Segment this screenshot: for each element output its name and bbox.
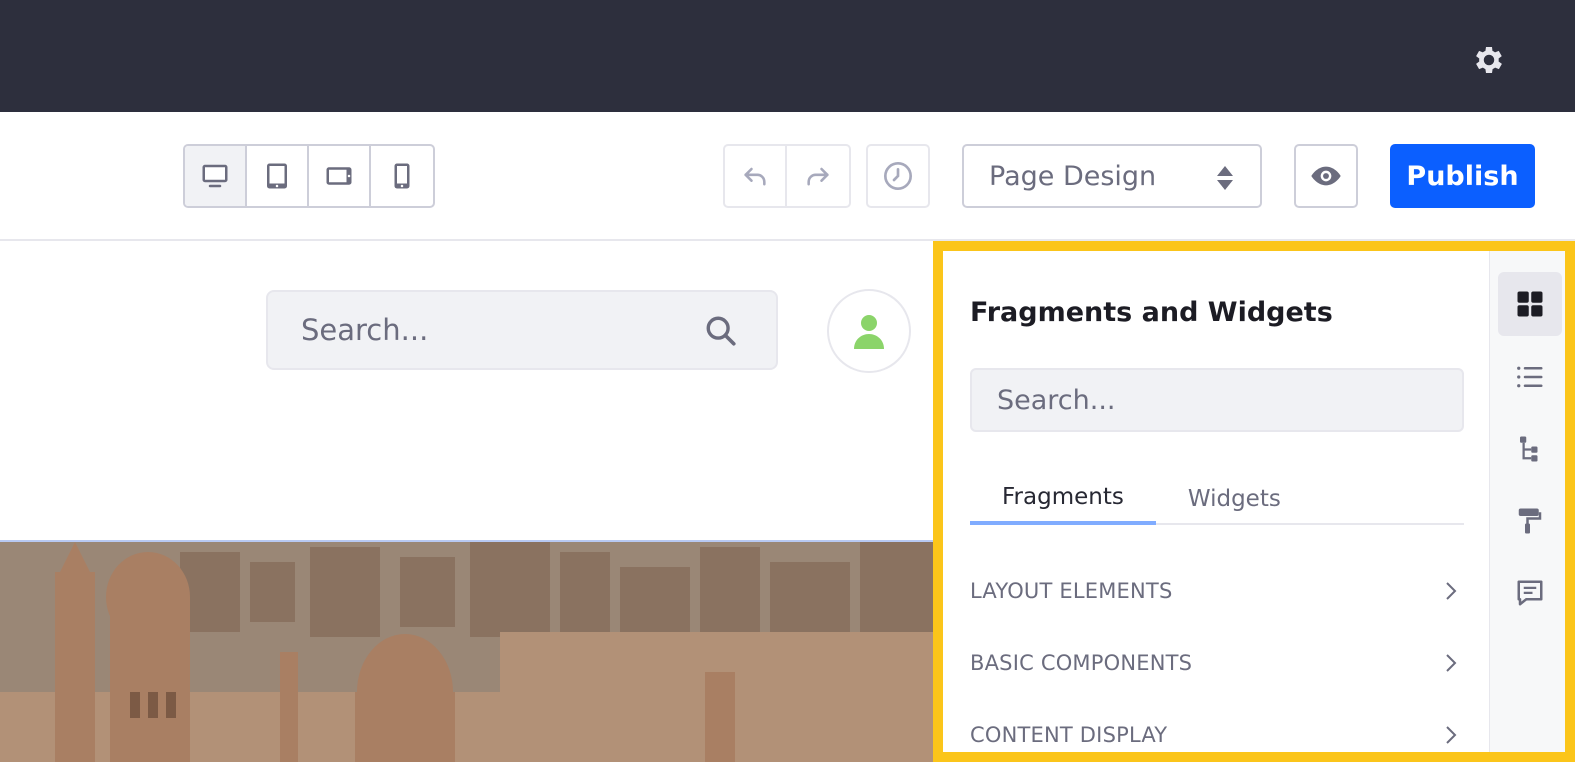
mobile-viewport-button[interactable] [371,146,433,206]
page-search-placeholder: Search... [301,313,429,347]
section-label: CONTENT DISPLAY [970,723,1168,747]
tablet-portrait-viewport-button[interactable] [247,146,309,206]
page-structure-rail-button[interactable] [1498,417,1562,481]
page-design-select[interactable]: Page Design [962,144,1262,208]
fragments-widgets-rail-button[interactable] [1498,272,1562,336]
contents-rail-button[interactable] [1498,345,1562,409]
section-content-display[interactable]: CONTENT DISPLAY [970,715,1464,755]
gear-icon[interactable] [1471,42,1507,78]
tab-fragments[interactable]: Fragments [970,473,1156,525]
page-design-select-label: Page Design [989,160,1157,192]
control-menu-bar [0,0,1575,112]
list-icon [1517,366,1543,388]
page-search-input[interactable]: Search... [266,290,778,370]
desktop-viewport-button[interactable] [185,146,247,206]
chevron-right-icon [1444,653,1458,678]
preview-button[interactable] [1294,144,1358,208]
undo-redo-group [723,144,851,208]
paint-roller-icon [1518,508,1542,534]
user-avatar[interactable] [827,289,911,373]
section-label: BASIC COMPONENTS [970,651,1193,675]
fragments-widgets-sidebar: Fragments and Widgets Search... Fragment… [933,241,1575,762]
panel-tabs: Fragments Widgets [970,473,1464,525]
tablet-icon [267,163,287,189]
comments-rail-button[interactable] [1498,561,1562,625]
panel-search-input[interactable]: Search... [970,368,1464,432]
undo-icon [744,167,766,186]
sidebar-icon-rail [1489,251,1565,752]
clock-icon [884,162,912,190]
panel-title: Fragments and Widgets [970,297,1333,328]
section-layout-elements[interactable]: LAYOUT ELEMENTS [970,571,1464,611]
eye-icon [1311,166,1341,186]
user-icon [854,315,884,349]
tab-widgets[interactable]: Widgets [1156,473,1313,525]
history-button[interactable] [866,144,930,208]
redo-button[interactable] [787,146,849,206]
publish-button[interactable]: Publish [1390,144,1535,208]
search-icon[interactable] [704,314,738,355]
page-canvas: Search... [0,241,933,762]
hero-image [0,540,933,762]
caret-double-icon [1215,164,1235,199]
comment-icon [1517,580,1543,606]
tablet-landscape-viewport-button[interactable] [309,146,371,206]
section-basic-components[interactable]: BASIC COMPONENTS [970,643,1464,683]
chevron-right-icon [1444,581,1458,606]
tablet-landscape-icon [326,167,352,185]
mobile-icon [394,163,410,189]
fragments-panel-body: Fragments and Widgets Search... Fragment… [943,251,1503,752]
viewport-switcher [183,144,435,208]
undo-button[interactable] [725,146,787,206]
panel-search-placeholder: Search... [997,384,1116,416]
grid-icon [1517,291,1543,317]
chevron-right-icon [1444,725,1458,750]
tree-icon [1520,436,1538,462]
look-and-feel-rail-button[interactable] [1498,489,1562,553]
section-label: LAYOUT ELEMENTS [970,579,1173,603]
page-editor-toolbar: Page Design Publish [0,112,1575,241]
redo-icon [807,167,829,186]
desktop-icon [202,164,228,188]
